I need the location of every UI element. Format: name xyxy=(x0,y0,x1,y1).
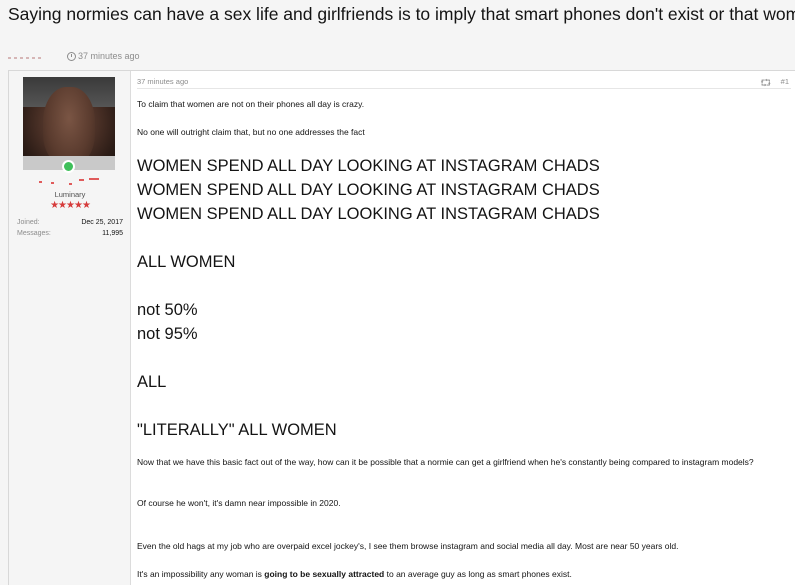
thread-time[interactable]: 37 minutes ago xyxy=(78,51,140,61)
post-para-4-bold: going to be sexually attracted xyxy=(264,569,385,579)
thread-meta: 37 minutes ago xyxy=(8,51,140,61)
post-big-line-2: WOMEN SPEND ALL DAY LOOKING AT INSTAGRAM… xyxy=(137,181,600,199)
post-number[interactable]: #1 xyxy=(781,77,789,86)
post-line-2: No one will outright claim that, but no … xyxy=(137,127,365,137)
post-header: 37 minutes ago ⮔ #1 xyxy=(137,75,791,89)
post-para-4-start: It's an impossibility any woman is xyxy=(137,569,265,579)
post-para-2: Of course he won't, it's damn near impos… xyxy=(137,498,341,508)
post-message: Luminary ★★★★★ Joined: Dec 25, 2017 Mess… xyxy=(8,70,795,585)
post-para-4: It's an impossibility any woman is going… xyxy=(137,568,787,581)
thread-author-link[interactable] xyxy=(8,52,64,60)
joined-value: Dec 25, 2017 xyxy=(81,219,123,226)
messages-label: Messages: xyxy=(17,230,51,237)
post-para-3: Even the old hags at my job who are over… xyxy=(137,541,679,551)
share-icon[interactable]: ⮔ xyxy=(760,76,771,92)
post-big-line-3: WOMEN SPEND ALL DAY LOOKING AT INSTAGRAM… xyxy=(137,205,600,223)
post-content: 37 minutes ago ⮔ #1 To claim that women … xyxy=(131,71,795,585)
user-title: Luminary xyxy=(54,190,86,199)
post-big-line-7: ALL xyxy=(137,373,167,391)
post-big-line-5: not 50% xyxy=(137,301,198,319)
clock-icon xyxy=(67,51,76,61)
avatar[interactable] xyxy=(23,77,115,170)
joined-label: Joined: xyxy=(17,219,40,226)
post-time[interactable]: 37 minutes ago xyxy=(137,77,188,86)
online-status-icon xyxy=(62,160,75,173)
stat-joined: Joined: Dec 25, 2017 xyxy=(17,219,123,226)
rating-stars: ★★★★★ xyxy=(50,200,91,211)
post-big-line-4: ALL WOMEN xyxy=(137,253,236,271)
post-line-1: To claim that women are not on their pho… xyxy=(137,99,365,109)
thread-title: Saying normies can have a sex life and g… xyxy=(8,4,795,24)
post-para-4-end: to an average guy as long as smart phone… xyxy=(384,569,572,579)
post-big-line-6: not 95% xyxy=(137,325,198,343)
messages-value[interactable]: 11,995 xyxy=(102,230,123,237)
username-link[interactable] xyxy=(39,177,101,185)
stat-messages: Messages: 11,995 xyxy=(17,230,123,237)
post-para-1: Now that we have this basic fact out of … xyxy=(137,457,754,467)
post-big-line-1: WOMEN SPEND ALL DAY LOOKING AT INSTAGRAM… xyxy=(137,157,600,175)
post-big-line-8: "LITERALLY" ALL WOMEN xyxy=(137,421,337,439)
user-info-panel: Luminary ★★★★★ Joined: Dec 25, 2017 Mess… xyxy=(9,71,131,585)
